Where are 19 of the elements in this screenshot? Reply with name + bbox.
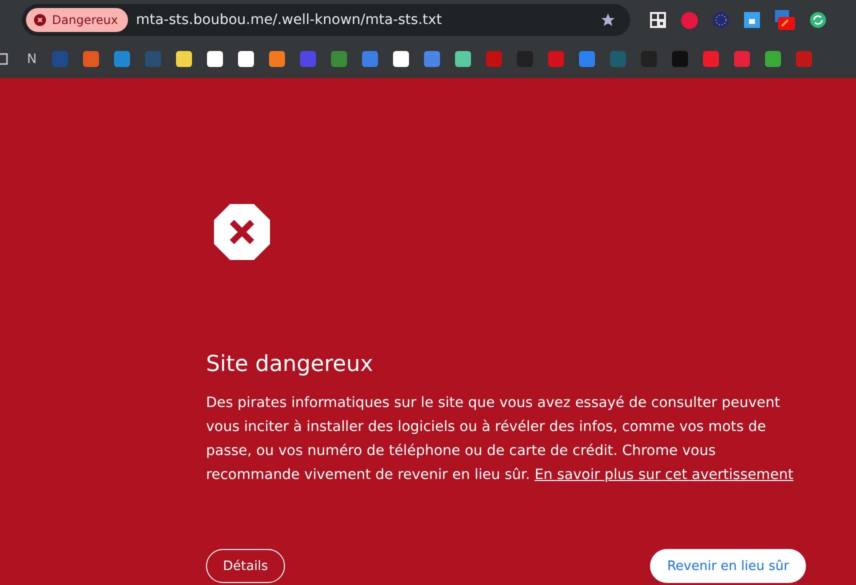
- security-chip[interactable]: Dangereux: [26, 8, 128, 32]
- error-icon: [214, 204, 270, 260]
- warning-text: Des pirates informatiques sur le site que vous avez essayé de consulter peuvent vous inciter à installer des logiciels ou à révéler des infos, comme vos mots de passe, ou vos numéro de téléphone ou de carte de crédit. Chrome vous recommande vivement de revenir en lieu sûr. En savoir plus sur cet avertissement: [206, 394, 794, 485]
- stars-circle-icon[interactable]: [713, 12, 729, 28]
- bookmark-folder[interactable]: N: [27, 52, 37, 66]
- learn-more-link[interactable]: En savoir plus sur cet avertissement: [534, 467, 794, 483]
- refresh-icon[interactable]: [810, 12, 826, 28]
- star-icon[interactable]: [600, 12, 616, 28]
- bookmark-icon[interactable]: [206, 51, 223, 67]
- url-text[interactable]: mta-sts.boubou.me/.well-known/mta-sts.txt: [136, 12, 600, 28]
- qr-code-icon[interactable]: [650, 12, 666, 28]
- bookmark-icon[interactable]: [238, 51, 254, 67]
- details-button[interactable]: Détails: [206, 549, 286, 583]
- bookmark-icon[interactable]: [392, 51, 409, 67]
- bookmark-icon[interactable]: [176, 51, 192, 67]
- bookmark-icon[interactable]: [454, 51, 471, 67]
- warning-title: Site dangereux: [206, 352, 374, 377]
- back-to-safety-button[interactable]: Revenir en lieu sûr: [650, 549, 806, 583]
- error-icon: [34, 14, 46, 26]
